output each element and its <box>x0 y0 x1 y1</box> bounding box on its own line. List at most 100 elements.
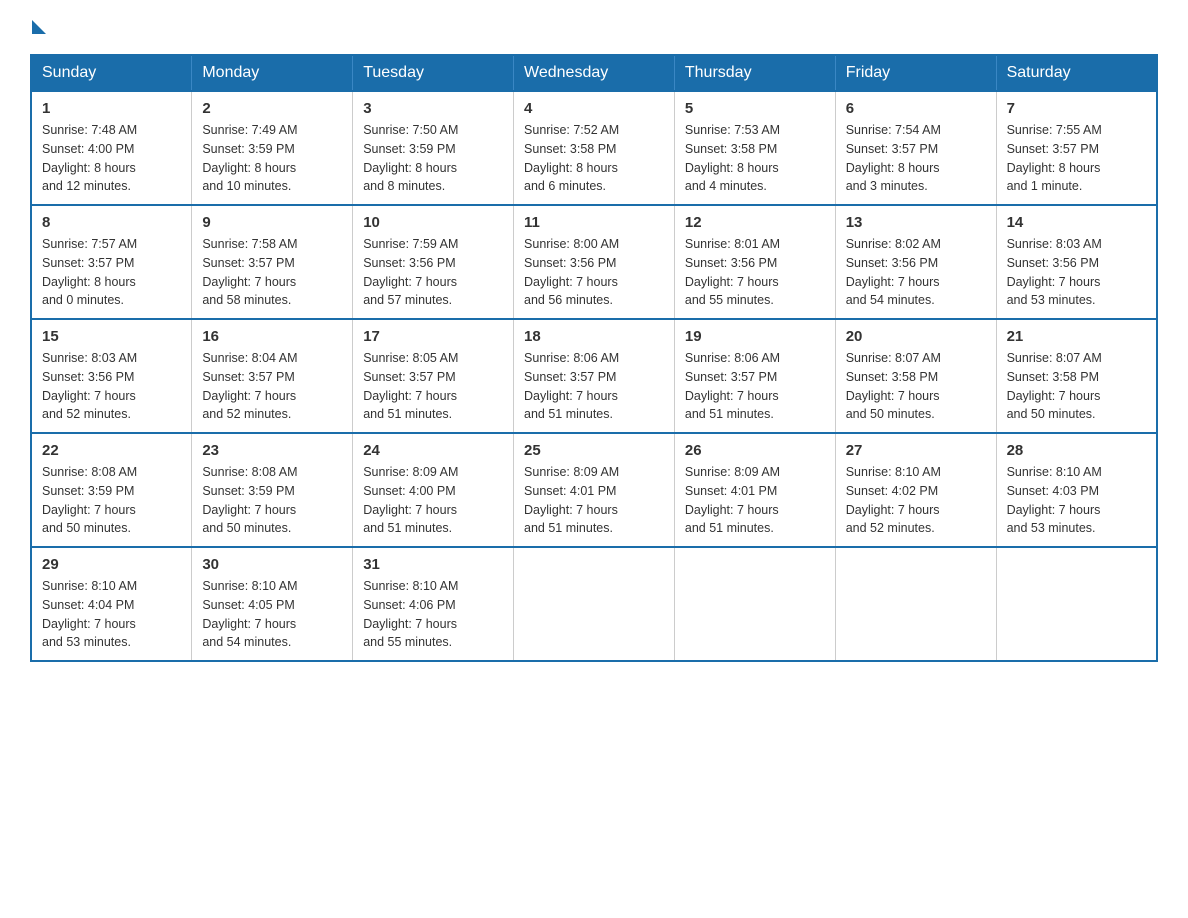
day-info: Sunrise: 8:05 AMSunset: 3:57 PMDaylight:… <box>363 351 458 421</box>
day-info: Sunrise: 8:03 AMSunset: 3:56 PMDaylight:… <box>1007 237 1102 307</box>
day-number: 29 <box>42 556 181 573</box>
day-info: Sunrise: 8:03 AMSunset: 3:56 PMDaylight:… <box>42 351 137 421</box>
day-info: Sunrise: 8:10 AMSunset: 4:05 PMDaylight:… <box>202 579 297 649</box>
calendar-cell: 6 Sunrise: 7:54 AMSunset: 3:57 PMDayligh… <box>835 91 996 205</box>
day-number: 26 <box>685 442 825 459</box>
weekday-header-tuesday: Tuesday <box>353 55 514 91</box>
day-info: Sunrise: 8:10 AMSunset: 4:06 PMDaylight:… <box>363 579 458 649</box>
day-info: Sunrise: 7:53 AMSunset: 3:58 PMDaylight:… <box>685 123 780 193</box>
day-number: 14 <box>1007 214 1146 231</box>
calendar-cell <box>835 547 996 661</box>
calendar-week-row: 15 Sunrise: 8:03 AMSunset: 3:56 PMDaylig… <box>31 319 1157 433</box>
calendar-cell: 10 Sunrise: 7:59 AMSunset: 3:56 PMDaylig… <box>353 205 514 319</box>
day-info: Sunrise: 8:06 AMSunset: 3:57 PMDaylight:… <box>524 351 619 421</box>
calendar-cell: 25 Sunrise: 8:09 AMSunset: 4:01 PMDaylig… <box>514 433 675 547</box>
day-number: 19 <box>685 328 825 345</box>
calendar-cell: 15 Sunrise: 8:03 AMSunset: 3:56 PMDaylig… <box>31 319 192 433</box>
day-number: 10 <box>363 214 503 231</box>
calendar-cell: 5 Sunrise: 7:53 AMSunset: 3:58 PMDayligh… <box>674 91 835 205</box>
day-info: Sunrise: 8:09 AMSunset: 4:01 PMDaylight:… <box>685 465 780 535</box>
day-number: 3 <box>363 100 503 117</box>
calendar-cell: 7 Sunrise: 7:55 AMSunset: 3:57 PMDayligh… <box>996 91 1157 205</box>
logo <box>30 20 48 34</box>
weekday-header-friday: Friday <box>835 55 996 91</box>
calendar-cell: 17 Sunrise: 8:05 AMSunset: 3:57 PMDaylig… <box>353 319 514 433</box>
day-info: Sunrise: 8:09 AMSunset: 4:01 PMDaylight:… <box>524 465 619 535</box>
day-info: Sunrise: 8:07 AMSunset: 3:58 PMDaylight:… <box>1007 351 1102 421</box>
calendar-cell <box>674 547 835 661</box>
calendar-cell: 27 Sunrise: 8:10 AMSunset: 4:02 PMDaylig… <box>835 433 996 547</box>
day-info: Sunrise: 8:10 AMSunset: 4:02 PMDaylight:… <box>846 465 941 535</box>
calendar-week-row: 8 Sunrise: 7:57 AMSunset: 3:57 PMDayligh… <box>31 205 1157 319</box>
calendar-cell: 30 Sunrise: 8:10 AMSunset: 4:05 PMDaylig… <box>192 547 353 661</box>
calendar-cell: 24 Sunrise: 8:09 AMSunset: 4:00 PMDaylig… <box>353 433 514 547</box>
page-header <box>30 20 1158 34</box>
day-number: 1 <box>42 100 181 117</box>
day-info: Sunrise: 8:04 AMSunset: 3:57 PMDaylight:… <box>202 351 297 421</box>
calendar-cell: 16 Sunrise: 8:04 AMSunset: 3:57 PMDaylig… <box>192 319 353 433</box>
day-number: 28 <box>1007 442 1146 459</box>
day-number: 8 <box>42 214 181 231</box>
day-number: 23 <box>202 442 342 459</box>
calendar-cell: 26 Sunrise: 8:09 AMSunset: 4:01 PMDaylig… <box>674 433 835 547</box>
calendar-cell: 20 Sunrise: 8:07 AMSunset: 3:58 PMDaylig… <box>835 319 996 433</box>
calendar-table: SundayMondayTuesdayWednesdayThursdayFrid… <box>30 54 1158 662</box>
day-number: 6 <box>846 100 986 117</box>
calendar-cell: 19 Sunrise: 8:06 AMSunset: 3:57 PMDaylig… <box>674 319 835 433</box>
day-info: Sunrise: 7:50 AMSunset: 3:59 PMDaylight:… <box>363 123 458 193</box>
day-number: 13 <box>846 214 986 231</box>
day-number: 30 <box>202 556 342 573</box>
calendar-body: 1 Sunrise: 7:48 AMSunset: 4:00 PMDayligh… <box>31 91 1157 661</box>
day-info: Sunrise: 8:10 AMSunset: 4:04 PMDaylight:… <box>42 579 137 649</box>
calendar-cell: 12 Sunrise: 8:01 AMSunset: 3:56 PMDaylig… <box>674 205 835 319</box>
day-number: 2 <box>202 100 342 117</box>
calendar-cell: 29 Sunrise: 8:10 AMSunset: 4:04 PMDaylig… <box>31 547 192 661</box>
calendar-week-row: 22 Sunrise: 8:08 AMSunset: 3:59 PMDaylig… <box>31 433 1157 547</box>
day-number: 5 <box>685 100 825 117</box>
day-number: 22 <box>42 442 181 459</box>
calendar-cell: 11 Sunrise: 8:00 AMSunset: 3:56 PMDaylig… <box>514 205 675 319</box>
day-info: Sunrise: 8:02 AMSunset: 3:56 PMDaylight:… <box>846 237 941 307</box>
day-number: 7 <box>1007 100 1146 117</box>
day-info: Sunrise: 7:54 AMSunset: 3:57 PMDaylight:… <box>846 123 941 193</box>
weekday-header-wednesday: Wednesday <box>514 55 675 91</box>
day-number: 27 <box>846 442 986 459</box>
calendar-cell: 9 Sunrise: 7:58 AMSunset: 3:57 PMDayligh… <box>192 205 353 319</box>
calendar-cell: 1 Sunrise: 7:48 AMSunset: 4:00 PMDayligh… <box>31 91 192 205</box>
calendar-cell: 22 Sunrise: 8:08 AMSunset: 3:59 PMDaylig… <box>31 433 192 547</box>
calendar-cell: 21 Sunrise: 8:07 AMSunset: 3:58 PMDaylig… <box>996 319 1157 433</box>
day-number: 11 <box>524 214 664 231</box>
day-info: Sunrise: 8:07 AMSunset: 3:58 PMDaylight:… <box>846 351 941 421</box>
calendar-cell: 28 Sunrise: 8:10 AMSunset: 4:03 PMDaylig… <box>996 433 1157 547</box>
weekday-header-saturday: Saturday <box>996 55 1157 91</box>
day-info: Sunrise: 7:55 AMSunset: 3:57 PMDaylight:… <box>1007 123 1102 193</box>
day-info: Sunrise: 8:06 AMSunset: 3:57 PMDaylight:… <box>685 351 780 421</box>
day-number: 20 <box>846 328 986 345</box>
weekday-header-monday: Monday <box>192 55 353 91</box>
day-info: Sunrise: 7:59 AMSunset: 3:56 PMDaylight:… <box>363 237 458 307</box>
day-info: Sunrise: 7:58 AMSunset: 3:57 PMDaylight:… <box>202 237 297 307</box>
calendar-cell: 13 Sunrise: 8:02 AMSunset: 3:56 PMDaylig… <box>835 205 996 319</box>
calendar-header: SundayMondayTuesdayWednesdayThursdayFrid… <box>31 55 1157 91</box>
day-info: Sunrise: 8:08 AMSunset: 3:59 PMDaylight:… <box>202 465 297 535</box>
calendar-cell: 2 Sunrise: 7:49 AMSunset: 3:59 PMDayligh… <box>192 91 353 205</box>
day-number: 17 <box>363 328 503 345</box>
day-number: 31 <box>363 556 503 573</box>
day-info: Sunrise: 8:08 AMSunset: 3:59 PMDaylight:… <box>42 465 137 535</box>
weekday-header-row: SundayMondayTuesdayWednesdayThursdayFrid… <box>31 55 1157 91</box>
calendar-cell: 23 Sunrise: 8:08 AMSunset: 3:59 PMDaylig… <box>192 433 353 547</box>
calendar-cell: 3 Sunrise: 7:50 AMSunset: 3:59 PMDayligh… <box>353 91 514 205</box>
calendar-cell: 14 Sunrise: 8:03 AMSunset: 3:56 PMDaylig… <box>996 205 1157 319</box>
day-info: Sunrise: 7:52 AMSunset: 3:58 PMDaylight:… <box>524 123 619 193</box>
calendar-cell <box>514 547 675 661</box>
day-info: Sunrise: 8:09 AMSunset: 4:00 PMDaylight:… <box>363 465 458 535</box>
weekday-header-thursday: Thursday <box>674 55 835 91</box>
day-info: Sunrise: 8:10 AMSunset: 4:03 PMDaylight:… <box>1007 465 1102 535</box>
day-info: Sunrise: 7:57 AMSunset: 3:57 PMDaylight:… <box>42 237 137 307</box>
day-number: 12 <box>685 214 825 231</box>
day-number: 18 <box>524 328 664 345</box>
calendar-cell: 4 Sunrise: 7:52 AMSunset: 3:58 PMDayligh… <box>514 91 675 205</box>
day-number: 9 <box>202 214 342 231</box>
day-number: 16 <box>202 328 342 345</box>
logo-arrow-icon <box>32 20 46 34</box>
